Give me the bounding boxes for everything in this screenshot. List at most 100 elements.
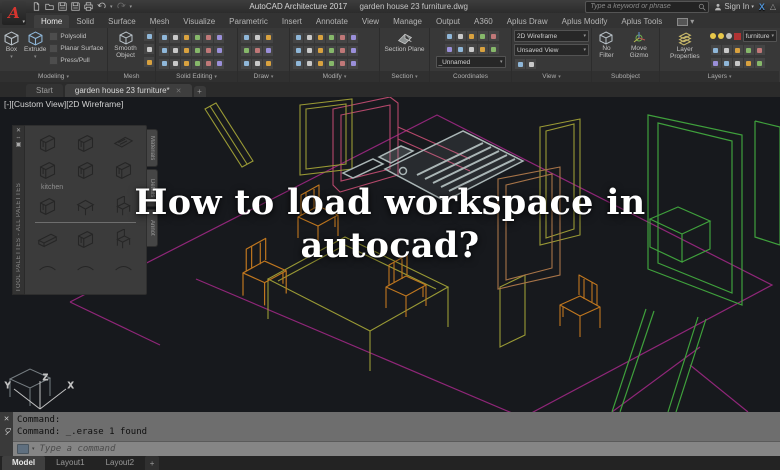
viewport-controls[interactable]: [-][Custom View][2D Wireframe]	[4, 99, 123, 109]
app-menu-button[interactable]: A ▾	[2, 1, 26, 25]
box-button[interactable]: Box ▾	[2, 30, 21, 61]
polysolid-button[interactable]: Polysolid	[49, 30, 103, 42]
exchange-apps-icon[interactable]: X	[759, 2, 765, 12]
panel-label-subobject[interactable]: Subobject	[592, 71, 659, 82]
tool-icon[interactable]	[143, 30, 155, 42]
new-drawing-tab-button[interactable]: +	[193, 86, 206, 97]
layer-on-icon[interactable]	[709, 33, 716, 39]
tool-icon[interactable]	[262, 57, 274, 70]
tool-icon[interactable]	[347, 57, 359, 70]
a360-icon[interactable]: △	[770, 2, 776, 11]
tool-icon[interactable]	[213, 31, 225, 44]
ribbon-tab-manage[interactable]: Manage	[386, 15, 429, 28]
tool-icon[interactable]	[731, 57, 744, 69]
ribbon-tab-solid[interactable]: Solid	[69, 15, 101, 28]
ribbon-tab-aplus-draw[interactable]: Aplus Draw	[500, 15, 555, 28]
kitchen-cabinet-tool[interactable]	[75, 160, 96, 181]
tool-icon[interactable]	[753, 44, 766, 56]
kitchen-cabinet-tool[interactable]	[75, 133, 96, 154]
tool-icon[interactable]	[347, 44, 359, 57]
layer-dropdown[interactable]: furniture ▾	[742, 30, 777, 42]
ucs-dropdown[interactable]: _Unnamed ▾	[435, 56, 506, 68]
layer-thaw-icon[interactable]	[717, 33, 724, 39]
plot-icon[interactable]	[84, 2, 93, 11]
palette-tab-materials[interactable]: Materials	[147, 129, 158, 167]
tool-icon[interactable]	[487, 43, 500, 55]
new-layout-button[interactable]: +	[145, 456, 160, 470]
tool-icon[interactable]	[443, 30, 456, 42]
tool-icon[interactable]	[262, 44, 274, 57]
ribbon-tab-surface[interactable]: Surface	[101, 15, 143, 28]
no-filter-button[interactable]: No Filter	[594, 30, 619, 61]
tool-icon[interactable]	[465, 43, 478, 55]
tool-icon[interactable]	[262, 31, 274, 44]
tool-icon[interactable]	[525, 58, 537, 70]
search-input[interactable]	[588, 2, 699, 11]
ribbon-tab-visualize[interactable]: Visualize	[176, 15, 222, 28]
file-tab-start[interactable]: Start	[26, 84, 63, 97]
close-icon[interactable]: ✕	[176, 87, 182, 95]
saved-view-dropdown[interactable]: Unsaved View ▾	[514, 44, 589, 56]
layer-properties-button[interactable]: Layer Properties	[662, 30, 708, 62]
tool-icon[interactable]	[143, 56, 155, 68]
layer-lock-icon[interactable]	[725, 33, 732, 39]
layer-color-swatch[interactable]	[733, 32, 741, 40]
tool-icon[interactable]	[213, 57, 225, 70]
save-icon[interactable]	[58, 2, 67, 11]
new-file-icon[interactable]	[32, 2, 41, 11]
ribbon-tab-parametric[interactable]: Parametric	[222, 15, 275, 28]
smooth-object-button[interactable]: Smooth Object	[110, 30, 141, 61]
tool-icon[interactable]	[454, 43, 467, 55]
section-plane-button[interactable]: Section Plane	[383, 30, 425, 55]
panel-label-coordinates[interactable]: Coordinates	[430, 71, 511, 82]
undo-icon[interactable]	[97, 2, 106, 11]
panel-label-view[interactable]: View ▾	[512, 71, 591, 82]
tool-icon[interactable]	[720, 44, 733, 56]
tool-icon[interactable]	[143, 43, 155, 55]
panel-label-draw[interactable]: Draw ▾	[238, 71, 289, 82]
move-gizmo-button[interactable]: Move Gizmo	[621, 30, 657, 61]
close-icon[interactable]: ✕	[16, 128, 21, 135]
kitchen-sink-tool[interactable]	[113, 133, 134, 154]
tab-layout2[interactable]: Layout2	[96, 456, 144, 470]
tool-icon[interactable]	[347, 31, 359, 44]
tool-icon[interactable]	[731, 44, 744, 56]
sign-in-button[interactable]: Sign In ▾	[714, 2, 754, 11]
kitchen-cabinet-tool[interactable]	[113, 160, 134, 181]
panel-label-modeling[interactable]: Modeling ▾	[0, 71, 107, 82]
command-input-row[interactable]: ▾	[13, 441, 780, 456]
ribbon-tab-view[interactable]: View	[355, 15, 386, 28]
tool-icon[interactable]	[487, 30, 500, 42]
search-icon[interactable]	[698, 3, 706, 11]
kitchen-cabinet-tool[interactable]	[37, 160, 58, 181]
ribbon-display-toggle[interactable]: ▾	[677, 17, 694, 28]
tool-icon[interactable]	[476, 30, 489, 42]
tool-icon[interactable]	[753, 57, 766, 69]
close-icon[interactable]: ✕	[4, 415, 10, 423]
tool-icon[interactable]	[213, 44, 225, 57]
panel-label-section[interactable]: Section ▾	[380, 71, 429, 82]
tab-layout1[interactable]: Layout1	[46, 456, 94, 470]
visual-style-dropdown[interactable]: 2D Wireframe ▾	[514, 30, 589, 42]
open-file-icon[interactable]	[45, 2, 54, 11]
customize-icon[interactable]	[17, 444, 29, 454]
redo-icon[interactable]	[117, 2, 126, 11]
tool-icon[interactable]	[742, 57, 755, 69]
tool-icon[interactable]	[443, 43, 456, 55]
ribbon-tab-aplus-tools[interactable]: Aplus Tools	[614, 15, 669, 28]
command-input[interactable]	[37, 443, 776, 455]
tool-icon[interactable]	[709, 57, 722, 69]
save-as-icon[interactable]	[71, 2, 80, 11]
ribbon-tab-output[interactable]: Output	[429, 15, 467, 28]
ribbon-tab-annotate[interactable]: Annotate	[309, 15, 355, 28]
planar-surface-button[interactable]: Planar Surface	[49, 42, 103, 54]
press-pull-button[interactable]: Press/Pull	[49, 54, 103, 66]
panel-label-solid-editing[interactable]: Solid Editing ▾	[156, 71, 237, 82]
tool-icon[interactable]	[454, 30, 467, 42]
tool-icon[interactable]	[476, 43, 489, 55]
wrench-icon[interactable]	[3, 427, 11, 435]
tool-icon[interactable]	[720, 57, 733, 69]
ribbon-tab-home[interactable]: Home	[34, 15, 70, 28]
tool-icon[interactable]	[742, 44, 755, 56]
ribbon-tab-aplus-modify[interactable]: Aplus Modify	[555, 15, 615, 28]
